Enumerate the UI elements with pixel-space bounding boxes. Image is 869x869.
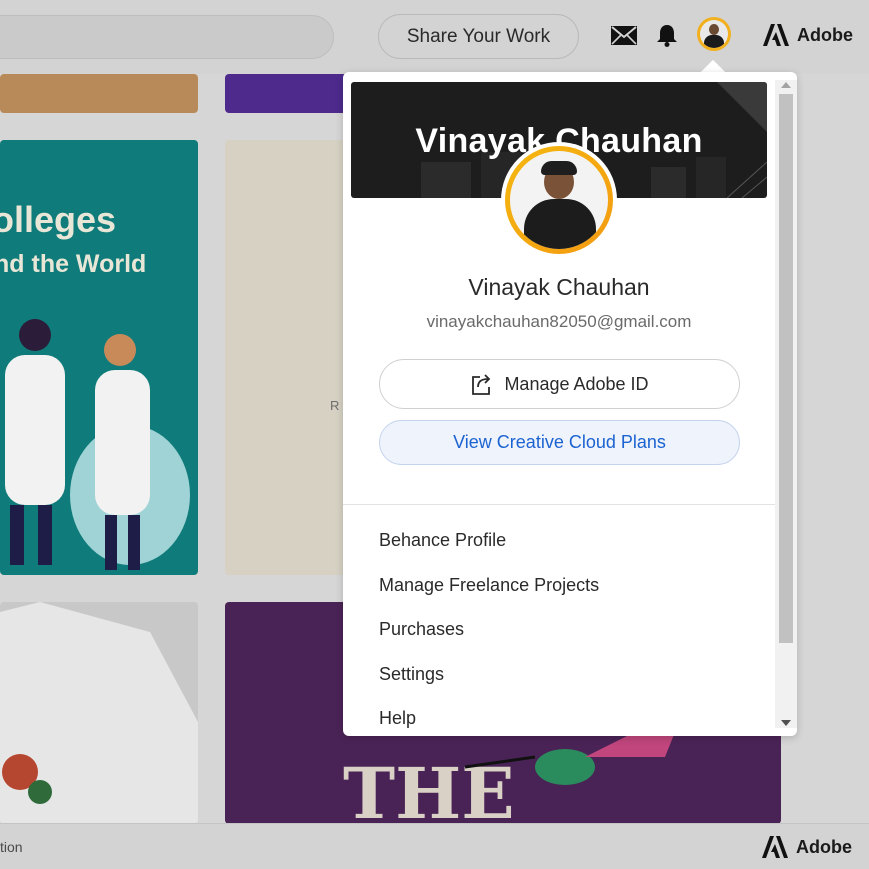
footer-adobe-logo[interactable]: Adobe: [762, 836, 852, 858]
gallery-tile-tshirt[interactable]: [0, 602, 198, 824]
gallery-tile-wood[interactable]: [0, 74, 198, 113]
adobe-brand-text: Adobe: [797, 24, 853, 45]
gallery-tile-beige[interactable]: R: [225, 140, 355, 575]
footer-text: tion: [0, 839, 23, 855]
view-creative-cloud-plans-button[interactable]: View Creative Cloud Plans: [379, 420, 740, 465]
manage-adobe-id-label: Manage Adobe ID: [504, 373, 649, 394]
profile-menu-list: Behance Profile Manage Freelance Project…: [379, 528, 599, 736]
scrollbar[interactable]: [775, 80, 797, 728]
search-input[interactable]: [0, 15, 334, 59]
bottom-bar: tion Adobe: [0, 823, 869, 869]
scroll-thumb[interactable]: [779, 94, 793, 643]
top-bar: Share Your Work Adobe: [0, 0, 869, 74]
tshirt-illustration: [0, 602, 198, 824]
menu-item-behance-profile[interactable]: Behance Profile: [379, 528, 599, 573]
mail-icon[interactable]: [611, 26, 637, 45]
menu-item-settings[interactable]: Settings: [379, 662, 599, 707]
manage-adobe-id-button[interactable]: Manage Adobe ID: [379, 359, 740, 409]
tile-letter: R: [330, 398, 340, 413]
tile-subtitle: nd the World: [0, 250, 147, 278]
menu-item-purchases[interactable]: Purchases: [379, 617, 599, 662]
scroll-down-arrow-icon[interactable]: [781, 720, 791, 726]
profile-email: vinayakchauhan82050@gmail.com: [426, 312, 692, 331]
tile-title: olleges: [0, 199, 117, 240]
profile-avatar[interactable]: [501, 142, 617, 258]
footer-brand-text: Adobe: [796, 836, 852, 857]
menu-divider: [343, 504, 775, 505]
menu-item-manage-freelance-projects[interactable]: Manage Freelance Projects: [379, 573, 599, 618]
menu-item-help[interactable]: Help: [379, 706, 599, 736]
profile-dropdown: Vinayak Chauhan Vinayak Chauhan vinayakc…: [343, 72, 797, 736]
bell-icon[interactable]: [656, 23, 678, 47]
adobe-logo-icon: [762, 836, 788, 858]
doctors-illustration: [5, 319, 190, 570]
avatar[interactable]: [697, 17, 731, 51]
adobe-logo-icon: [763, 24, 789, 46]
scroll-up-arrow-icon[interactable]: [781, 82, 791, 88]
gallery-tile-purple[interactable]: [225, 74, 360, 113]
adobe-logo[interactable]: Adobe: [763, 24, 853, 46]
external-link-icon: [472, 374, 491, 395]
share-your-work-button[interactable]: Share Your Work: [378, 14, 579, 59]
profile-name: Vinayak Chauhan: [468, 274, 650, 300]
gallery-tile-colleges[interactable]: olleges nd the World: [0, 140, 198, 575]
